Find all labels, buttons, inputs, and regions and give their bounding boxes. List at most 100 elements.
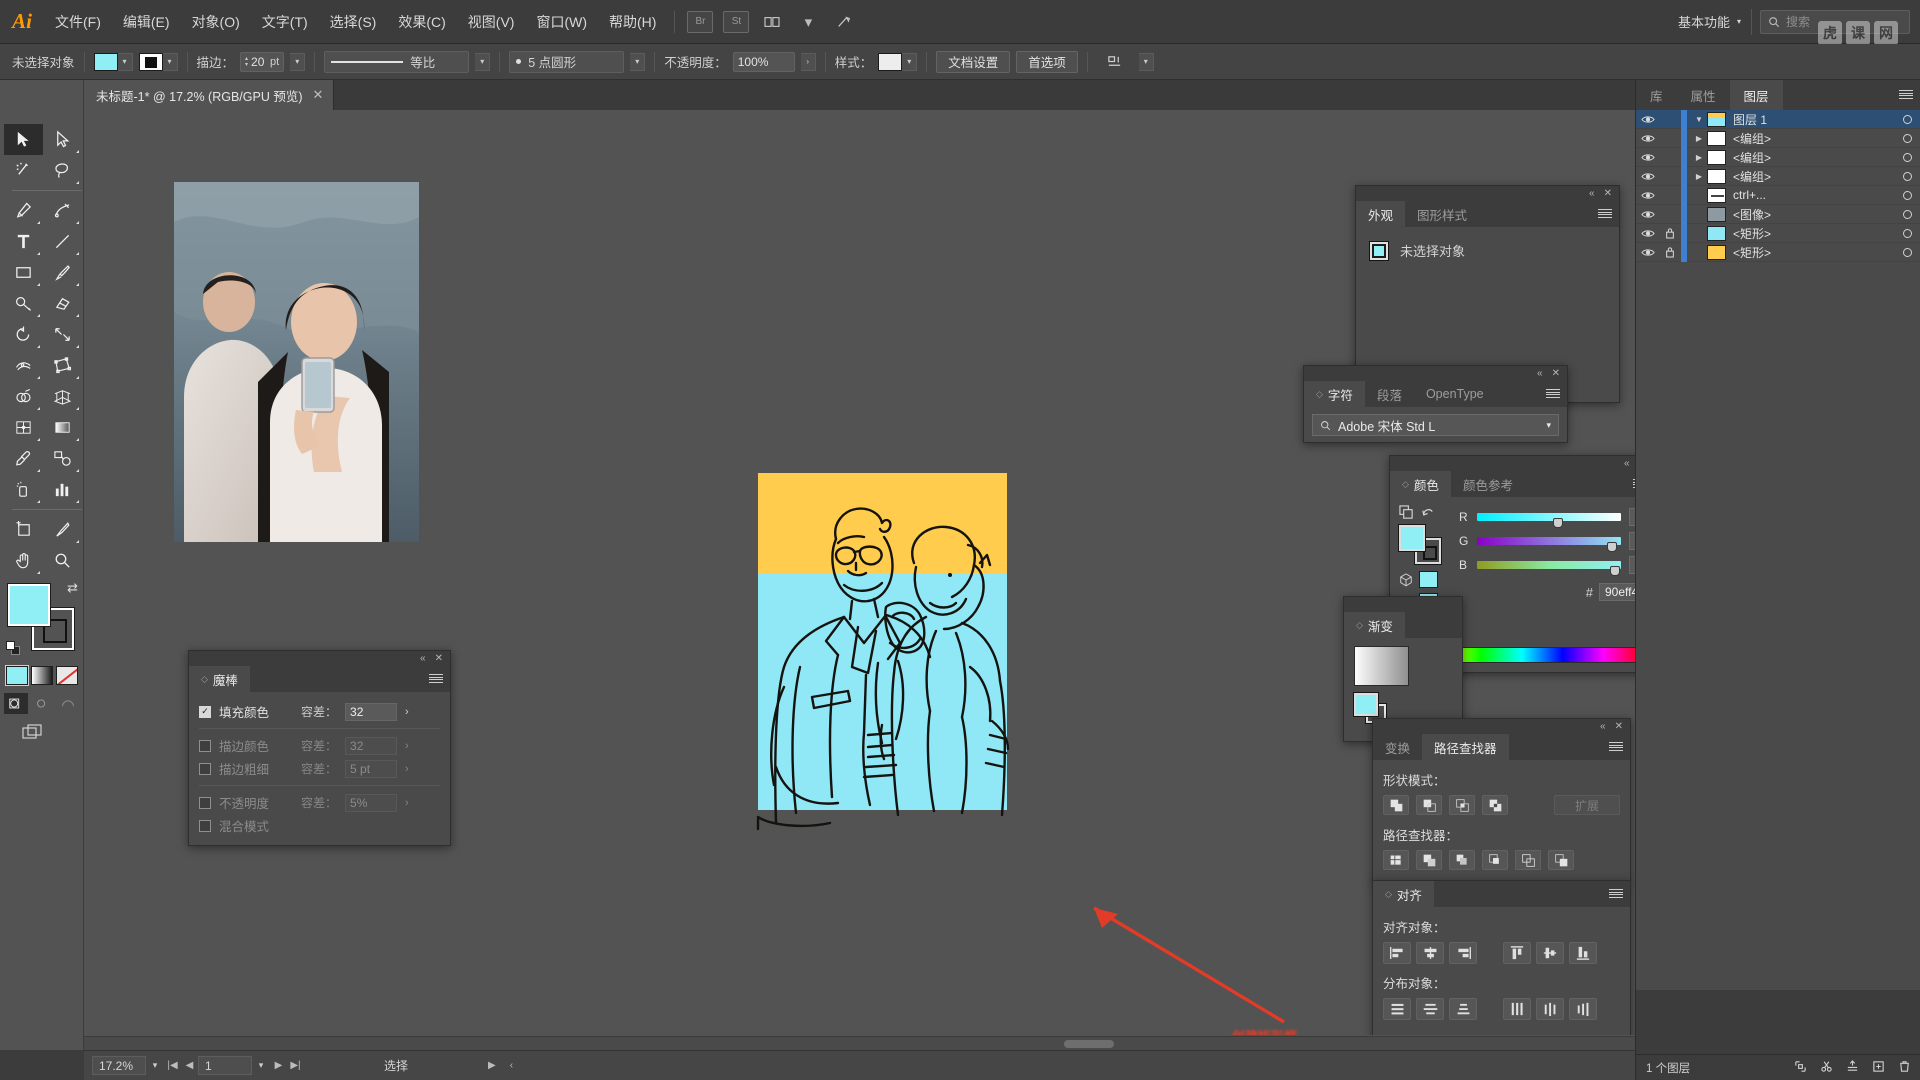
opacity-checkbox[interactable] — [199, 796, 211, 809]
gradient-tool[interactable] — [43, 412, 82, 443]
new-layer-icon[interactable] — [1872, 1060, 1885, 1076]
lock-icon[interactable] — [1659, 246, 1681, 258]
zoom-level-input[interactable]: 17.2% — [92, 1056, 146, 1075]
color-fill-swatch[interactable] — [1399, 525, 1425, 551]
menu-select[interactable]: 选择(S) — [319, 0, 388, 44]
menu-effect[interactable]: 效果(C) — [387, 0, 456, 44]
distribute-right-button[interactable] — [1569, 998, 1597, 1020]
rotate-tool[interactable] — [4, 319, 43, 350]
font-family-select[interactable]: Adobe 宋体 Std L ▾ — [1312, 414, 1559, 436]
opacity-chevron-icon[interactable]: › — [405, 797, 409, 809]
screen-mode-toggle[interactable] — [22, 724, 83, 743]
blend-mode-checkbox[interactable] — [199, 819, 211, 832]
line-segment-tool[interactable] — [43, 226, 82, 257]
tab-color[interactable]: ◇ 颜色 — [1390, 471, 1451, 497]
locate-object-icon[interactable] — [1794, 1060, 1807, 1076]
layer-row-group-2[interactable]: ▶ <编组> — [1636, 147, 1920, 167]
trim-button[interactable] — [1416, 850, 1442, 870]
tab-paragraph[interactable]: 段落 — [1365, 381, 1414, 407]
target-icon[interactable] — [1894, 190, 1920, 200]
none-mode-button[interactable] — [56, 666, 78, 685]
gradient-preview-swatch[interactable] — [1354, 646, 1409, 686]
close-icon[interactable]: ✕ — [312, 87, 323, 103]
first-artboard-button[interactable]: |◀ — [164, 1060, 181, 1071]
color-mode-button[interactable] — [5, 665, 29, 686]
brush-chevron-down-icon[interactable]: ▾ — [630, 52, 646, 71]
exclude-button[interactable] — [1482, 795, 1508, 815]
stroke-weight-chevron-down-icon[interactable]: ▾ — [290, 52, 306, 71]
slice-tool[interactable] — [43, 514, 82, 545]
close-icon[interactable]: ✕ — [1615, 721, 1623, 732]
collapse-icon[interactable]: « — [1624, 458, 1630, 469]
hex-input[interactable]: 90eff4 — [1599, 583, 1635, 601]
distribute-left-button[interactable] — [1503, 998, 1531, 1020]
collapse-icon[interactable]: « — [1589, 188, 1595, 199]
layer-name[interactable]: <编组> — [1733, 149, 1894, 166]
stroke-swatch[interactable] — [138, 52, 163, 71]
artboard-artwork[interactable] — [756, 473, 1010, 831]
layer-name[interactable]: <矩形> — [1733, 244, 1894, 261]
fill-chevron-down-icon[interactable]: ▾ — [117, 52, 133, 71]
layer-row-layer1[interactable]: ▼ 图层 1 — [1636, 109, 1920, 129]
column-graph-tool[interactable] — [43, 474, 82, 505]
tab-gradient[interactable]: ◇ 渐变 — [1344, 612, 1405, 638]
tab-magic-wand[interactable]: ◇ 魔棒 — [189, 666, 250, 692]
align-right-button[interactable] — [1449, 942, 1477, 964]
tab-transform[interactable]: 变换 — [1373, 734, 1422, 760]
align-center-horizontal-button[interactable] — [1416, 942, 1444, 964]
panel-menu-icon[interactable] — [1546, 387, 1560, 400]
target-icon[interactable] — [1894, 228, 1920, 238]
layer-row-rect-blue[interactable]: <矩形> — [1636, 223, 1920, 243]
workspace-switcher[interactable]: 基本功能 ▾ — [1668, 8, 1752, 35]
menu-help[interactable]: 帮助(H) — [598, 0, 667, 44]
panel-menu-icon[interactable] — [1598, 207, 1612, 220]
target-icon[interactable] — [1894, 152, 1920, 162]
opacity-field[interactable]: 100% — [732, 51, 795, 72]
width-tool[interactable] — [4, 350, 43, 381]
fill-swatch[interactable] — [93, 52, 118, 71]
drawing-mode-inside-icon[interactable] — [56, 693, 80, 714]
opacity-chevron-icon[interactable]: › — [800, 52, 816, 71]
selection-tool[interactable] — [4, 124, 43, 155]
canvas-horizontal-scrollbar[interactable] — [84, 1036, 1635, 1050]
last-artboard-button[interactable]: ▶| — [287, 1060, 304, 1071]
tab-character[interactable]: ◇ 字符 — [1304, 381, 1365, 407]
graphic-style-control[interactable]: ▾ — [878, 52, 918, 71]
align-chevron-down-icon[interactable]: ▾ — [1138, 52, 1154, 71]
gradient-fill-chip[interactable] — [1354, 693, 1378, 716]
tab-pathfinder[interactable]: 路径查找器 — [1422, 734, 1509, 760]
pen-tool[interactable] — [4, 195, 43, 226]
distribute-bottom-button[interactable] — [1449, 998, 1477, 1020]
menu-edit[interactable]: 编辑(E) — [112, 0, 181, 44]
collapse-icon[interactable]: « — [1537, 368, 1543, 379]
stock-icon[interactable]: St — [723, 10, 750, 33]
perspective-grid-tool[interactable] — [43, 381, 82, 412]
minus-front-button[interactable] — [1416, 795, 1442, 815]
layer-row-rect-yellow[interactable]: <矩形> — [1636, 242, 1920, 262]
align-left-button[interactable] — [1383, 942, 1411, 964]
reference-photo[interactable] — [174, 182, 419, 542]
bridge-icon[interactable]: Br — [687, 10, 714, 33]
distribute-horizontal-center-button[interactable] — [1536, 998, 1564, 1020]
graphic-style-swatch[interactable] — [878, 52, 903, 71]
align-panel[interactable]: ◇ 对齐 对齐对象： 分布对象： — [1372, 880, 1631, 1035]
chevron-down-icon[interactable]: ▼ — [1691, 115, 1707, 124]
out-of-gamut-chip[interactable] — [1419, 571, 1438, 588]
target-icon[interactable] — [1894, 114, 1920, 124]
artboard-number-input[interactable]: 1 — [198, 1056, 252, 1075]
search-adobe-stock-icon[interactable] — [831, 11, 857, 33]
canvas-area[interactable]: « ✕ ◇ 魔棒 ✓ 填充颜色 容差： 32 › 描边颜色 容差： 32 › 描… — [84, 110, 1635, 1035]
stroke-profile-control[interactable]: 等比 — [324, 50, 470, 73]
close-icon[interactable]: ✕ — [1604, 188, 1612, 199]
scale-tool[interactable] — [43, 319, 82, 350]
gradient-mode-button[interactable] — [31, 666, 53, 685]
mesh-tool[interactable] — [4, 412, 43, 443]
slider-track-r[interactable] — [1477, 513, 1621, 528]
drawing-mode-behind-icon[interactable] — [30, 693, 54, 714]
rectangle-tool[interactable] — [4, 257, 43, 288]
layer-row-group-1[interactable]: ▶ <编组> — [1636, 128, 1920, 148]
align-to-selection-icon[interactable] — [1102, 51, 1128, 73]
fill-color-checkbox[interactable]: ✓ — [199, 705, 211, 718]
slider-row-r[interactable]: R 144 — [1459, 505, 1635, 529]
swap-fill-stroke-icon[interactable]: ⇄ — [67, 580, 78, 596]
